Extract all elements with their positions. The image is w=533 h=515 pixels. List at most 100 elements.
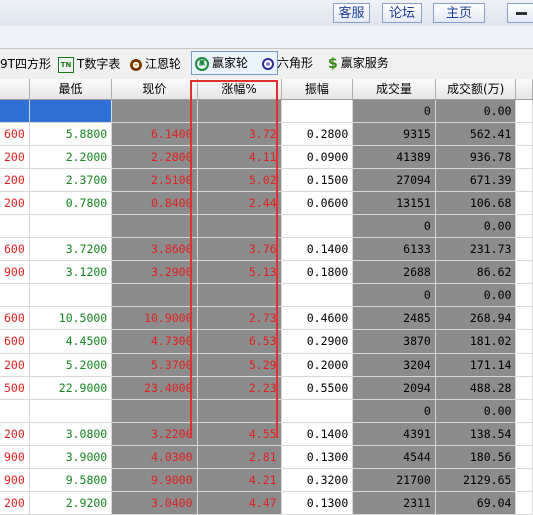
cell-prev [0, 399, 30, 423]
cell-low: 2.2000 [29, 145, 113, 169]
cell-amplitude [281, 399, 354, 423]
column-header-amplitude[interactable]: 振幅 [281, 79, 354, 100]
cell-change: 4.11 [197, 145, 282, 169]
table-row[interactable]: 200 3.0800 3.2200 4.55 0.1400 4391 138.54 [0, 422, 533, 446]
table-row[interactable]: 200 5.2000 5.3700 5.29 0.2000 3204 171.14 [0, 353, 533, 377]
cell-amount: 180.56 [435, 445, 517, 470]
cell-price [111, 283, 198, 308]
cell-volume: 6133 [352, 237, 436, 262]
table-row[interactable]: 0 0.00 [0, 399, 533, 423]
cell-extra [515, 214, 533, 239]
cell-volume: 4391 [352, 422, 436, 446]
toolbar-item-gann-wheel[interactable]: 江恩轮 [130, 54, 181, 74]
toolbar-item-t-number-table[interactable]: TN T数字表 [58, 54, 120, 74]
table-row[interactable]: 200 2.3700 2.5100 5.02 0.1500 27094 671.39 [0, 168, 533, 192]
cell-low: 3.0800 [29, 422, 113, 446]
cell-low: 3.1200 [29, 260, 113, 285]
cell-change: 2.81 [197, 445, 282, 470]
cell-extra [515, 306, 533, 331]
toolbar-gap [0, 26, 533, 48]
cell-volume: 2688 [352, 260, 436, 285]
top-bar: 客服 论坛 主页 [0, 0, 533, 26]
cell-amount: 0.00 [435, 99, 517, 123]
forum-button[interactable]: 论坛 [382, 3, 422, 23]
table-row[interactable]: 600 5.8800 6.1400 3.72 0.2800 9315 562.41 [0, 122, 533, 146]
cell-price: 10.9000 [111, 306, 198, 331]
toolbar-label: 赢家轮 [212, 56, 249, 70]
cell-amplitude: 0.0600 [281, 191, 354, 215]
cell-change: 5.02 [197, 168, 282, 192]
cell-extra [515, 122, 533, 146]
cell-amplitude: 0.1500 [281, 168, 354, 192]
column-header-volume[interactable]: 成交量 [352, 79, 436, 100]
cell-amount: 671.39 [435, 168, 517, 192]
cell-low: 0.7800 [29, 191, 113, 215]
tn-icon: TN [58, 56, 74, 73]
cell-change: 2.73 [197, 306, 282, 331]
table-row[interactable]: 600 4.4500 4.7300 6.53 0.2900 3870 181.02 [0, 329, 533, 354]
customer-service-button[interactable]: 客服 [333, 3, 370, 23]
column-header-amount[interactable]: 成交额(万) [435, 79, 517, 100]
cell-amount: 0.00 [435, 399, 517, 423]
toolbar-item-winner-service[interactable]: $ 赢家服务 [328, 53, 389, 73]
cell-change: 3.72 [197, 122, 282, 146]
cell-prev: 200 [0, 353, 30, 377]
cell-prev: 200 [0, 168, 30, 192]
cell-amount: 0.00 [435, 283, 517, 308]
table-row[interactable]: 0 0.00 [0, 99, 533, 123]
cell-amount: 231.73 [435, 237, 517, 262]
cell-amplitude: 0.5500 [281, 376, 354, 400]
table-row[interactable]: 200 2.9200 3.0400 4.47 0.1300 2311 69.04 [0, 491, 533, 515]
cell-price: 4.0300 [111, 445, 198, 470]
table-row[interactable]: 900 9.5800 9.9000 4.21 0.3200 21700 2129.65 [0, 468, 533, 493]
cell-amplitude: 0.0900 [281, 145, 354, 169]
table-row[interactable]: 0 0.00 [0, 283, 533, 308]
table-row[interactable]: 200 2.2000 2.2800 4.11 0.0900 41389 936.78 [0, 145, 533, 169]
cell-prev: 200 [0, 422, 30, 446]
cell-amplitude: 0.1400 [281, 422, 354, 446]
cell-volume: 27094 [352, 168, 436, 192]
cell-amplitude [281, 283, 354, 308]
quote-table: 最低 现价 涨幅% 振幅 成交量 成交额(万) 0 0.00 600 5.8800 6.… [0, 79, 533, 515]
column-header-prev[interactable] [0, 79, 30, 100]
table-row[interactable]: 600 3.7200 3.8600 3.76 0.1400 6133 231.73 [0, 237, 533, 262]
cell-change: 2.23 [197, 376, 282, 400]
cell-price: 2.5100 [111, 168, 198, 192]
column-header-price[interactable]: 现价 [111, 79, 198, 100]
cell-price [111, 399, 198, 423]
cell-prev: 600 [0, 329, 30, 354]
cell-amount: 936.78 [435, 145, 517, 169]
toolbar-item-hexagon[interactable]: 六角形 [262, 53, 313, 73]
cell-change: 3.76 [197, 237, 282, 262]
cell-amplitude: 0.1400 [281, 237, 354, 262]
cell-prev: 600 [0, 122, 30, 146]
minimize-icon[interactable] [507, 3, 533, 23]
cell-volume: 2311 [352, 491, 436, 515]
cell-amount: 562.41 [435, 122, 517, 146]
table-row[interactable]: 600 10.5000 10.9000 2.73 0.4600 2485 268.94 [0, 306, 533, 331]
cell-price: 5.3700 [111, 353, 198, 377]
column-header-low[interactable]: 最低 [29, 79, 113, 100]
table-row[interactable]: 0 0.00 [0, 214, 533, 239]
cell-price: 3.8600 [111, 237, 198, 262]
cell-volume: 4544 [352, 445, 436, 470]
cell-change: 4.47 [197, 491, 282, 515]
cell-extra [515, 237, 533, 262]
cell-amount: 86.62 [435, 260, 517, 285]
column-header-change-pct[interactable]: 涨幅% [197, 79, 282, 100]
column-header-extra [515, 79, 533, 100]
cell-amplitude: 0.1300 [281, 445, 354, 470]
table-row[interactable]: 200 0.7800 0.8400 2.44 0.0600 13151 106.68 [0, 191, 533, 215]
homepage-button[interactable]: 主页 [433, 3, 485, 23]
cell-price: 3.2200 [111, 422, 198, 446]
cell-low: 22.9000 [29, 376, 113, 400]
cell-amount: 2129.65 [435, 468, 517, 493]
cell-price [111, 99, 198, 123]
table-row[interactable]: 500 22.9000 23.4000 2.23 0.5500 2094 488.28 [0, 376, 533, 400]
cell-prev: 200 [0, 145, 30, 169]
toolbar-item-9t-square[interactable]: 9T四方形 [0, 54, 51, 74]
table-row[interactable]: 900 3.1200 3.2900 5.13 0.1800 2688 86.62 [0, 260, 533, 285]
table-row[interactable]: 900 3.9000 4.0300 2.81 0.1300 4544 180.56 [0, 445, 533, 470]
cell-volume: 21700 [352, 468, 436, 493]
cell-amplitude: 0.2900 [281, 329, 354, 354]
